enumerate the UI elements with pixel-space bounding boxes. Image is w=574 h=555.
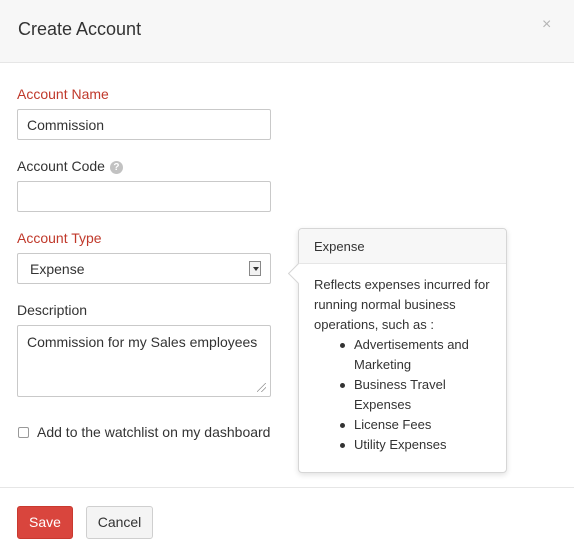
popover-list-item: Business Travel Expenses (340, 375, 491, 415)
account-code-label: Account Code? (17, 158, 123, 174)
popover-list-item: Advertisements and Marketing (340, 335, 491, 375)
popover-list-item: Utility Expenses (340, 435, 491, 455)
account-name-label: Account Name (17, 86, 109, 102)
footer-divider (0, 487, 574, 488)
popover-body: Reflects expenses incurred for running n… (299, 264, 506, 455)
watchlist-label[interactable]: Add to the watchlist on my dashboard (37, 424, 270, 440)
description-textarea[interactable]: Commission for my Sales employees (17, 325, 271, 397)
account-type-select[interactable]: Expense (17, 253, 271, 284)
help-icon[interactable]: ? (109, 161, 123, 174)
resize-grip-icon[interactable] (257, 383, 266, 392)
popover-title: Expense (299, 229, 506, 264)
dialog-title: Create Account (18, 19, 142, 39)
account-code-label-text: Account Code (17, 158, 105, 174)
save-button[interactable]: Save (17, 506, 73, 539)
dialog-header: Create Account × (0, 0, 574, 63)
account-name-value: Commission (27, 117, 105, 133)
account-name-input[interactable]: Commission (17, 109, 271, 140)
close-icon[interactable]: × (542, 16, 551, 34)
cancel-button[interactable]: Cancel (86, 506, 153, 539)
watchlist-checkbox[interactable] (18, 427, 29, 438)
popover-intro: Reflects expenses incurred for running n… (314, 277, 490, 332)
description-value: Commission for my Sales employees (27, 334, 258, 350)
account-code-input[interactable] (17, 181, 271, 212)
account-type-label: Account Type (17, 230, 102, 246)
account-type-value: Expense (30, 261, 85, 277)
description-label: Description (17, 302, 88, 318)
popover-list: Advertisements and Marketing Business Tr… (314, 335, 491, 455)
popover-list-item: License Fees (340, 415, 491, 435)
account-type-popover: Expense Reflects expenses incurred for r… (287, 228, 507, 473)
chevron-down-icon[interactable] (249, 261, 261, 276)
